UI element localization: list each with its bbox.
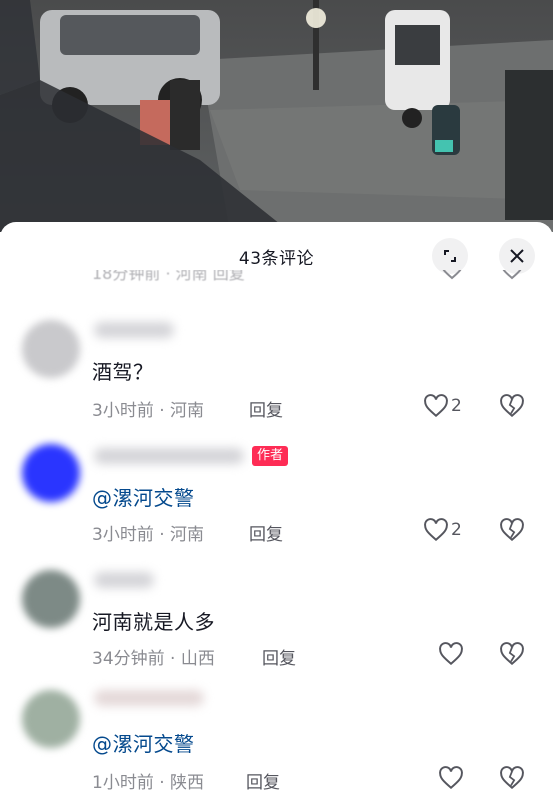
avatar[interactable] [22,444,80,502]
comment-text: 酒驾？ [92,360,154,384]
broken-heart-icon[interactable] [499,766,525,790]
comment-time: 1小时前 [92,773,154,793]
comment-time: 34分钟前 [92,649,165,669]
heart-icon [439,642,463,666]
broken-heart-icon[interactable] [499,642,525,666]
street-scene-image [0,0,553,232]
comment-count-title: 43条评论 [238,249,315,269]
previous-comment-row: 18分钟前 · 河南 回复 [0,270,553,292]
previous-comment-meta: 18分钟前 · 河南 回复 [92,270,245,283]
like-count: 2 [451,520,462,540]
reply-button[interactable]: 回复 [249,396,283,421]
username-blurred[interactable] [94,448,244,464]
close-button[interactable] [499,238,535,274]
heart-icon [424,394,448,418]
close-icon [510,249,524,263]
comment-item: 酒驾？ 3小时前 · 河南 回复 2 [0,312,553,422]
comment-location: 河南 [170,401,205,421]
like-button[interactable]: 2 [423,394,462,418]
heart-icon [439,766,463,790]
username-blurred[interactable] [94,322,174,338]
comment-time: 3小时前 [92,401,154,421]
comment-mention-text[interactable]: @漯河交警 [92,728,195,757]
comment-meta: 1小时前 · 陕西 [92,768,204,793]
like-button[interactable]: 2 [423,518,462,542]
heart-icon [424,518,448,542]
author-badge: 作者 [252,446,289,466]
like-button[interactable] [438,766,464,790]
comment-location: 山西 [180,649,215,669]
reply-button[interactable]: 回复 [246,768,280,793]
comment-text: 河南就是人多 [92,610,215,634]
reply-button[interactable]: 回复 [262,644,296,669]
comment-location: 陕西 [170,773,205,793]
comment-meta: 3小时前 · 河南 [92,520,204,545]
comment-sheet: 43条评论 18分钟前 · 河南 回复 酒驾？ 3小时前 · 河南 回复 2 作… [0,222,553,800]
comment-item: 作者 @漯河交警 3小时前 · 河南 回复 2 [0,444,553,554]
meta-separator: · [170,649,181,669]
like-count: 2 [451,396,462,416]
meta-separator: · [159,525,171,545]
comment-item: @漯河交警 1小时前 · 陕西 回复 [0,686,553,800]
avatar[interactable] [22,570,80,628]
expand-icon [444,250,456,262]
comment-meta: 3小时前 · 河南 [92,396,204,421]
video-background [0,0,553,232]
broken-heart-icon[interactable] [500,270,524,280]
avatar[interactable] [22,320,80,378]
like-button[interactable] [438,642,464,666]
broken-heart-icon[interactable] [499,518,525,542]
comment-meta: 34分钟前 · 山西 [92,644,215,669]
avatar[interactable] [22,690,80,748]
reply-button[interactable]: 回复 [249,520,283,545]
comment-location: 河南 [170,525,205,545]
heart-icon[interactable] [440,270,464,280]
comment-item: 河南就是人多 34分钟前 · 山西 回复 [0,566,553,676]
username-blurred[interactable] [94,572,154,588]
expand-button[interactable] [432,238,468,274]
comment-time: 3小时前 [92,525,154,545]
meta-separator: · [159,773,171,793]
broken-heart-icon[interactable] [499,394,525,418]
meta-separator: · [159,401,171,421]
comment-mention-text[interactable]: @漯河交警 [92,482,195,511]
username-blurred[interactable] [94,690,204,706]
